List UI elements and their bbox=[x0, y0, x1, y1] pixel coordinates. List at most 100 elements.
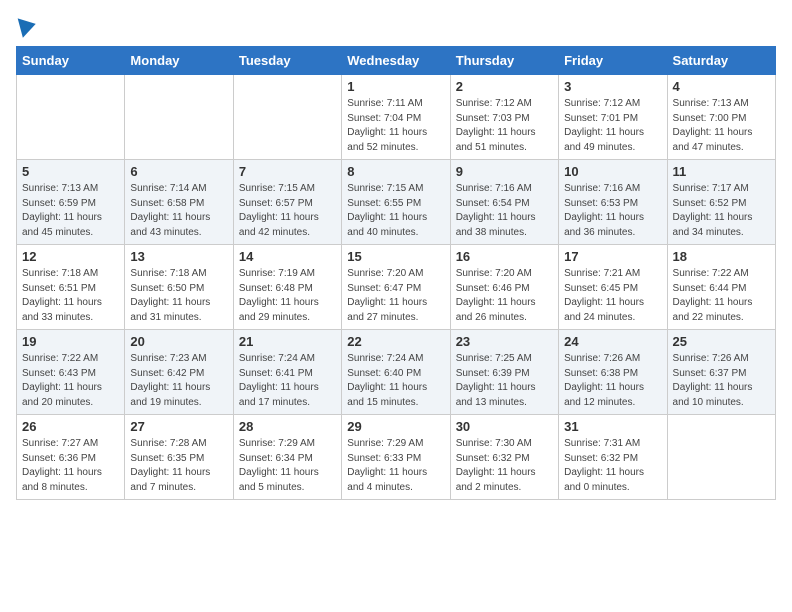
calendar-cell: 1 Sunrise: 7:11 AMSunset: 7:04 PMDaylight… bbox=[342, 75, 450, 160]
day-number: 6 bbox=[130, 164, 227, 179]
day-number: 21 bbox=[239, 334, 336, 349]
weekday-header-saturday: Saturday bbox=[667, 47, 775, 75]
day-number: 27 bbox=[130, 419, 227, 434]
calendar-cell: 21Sunrise: 7:24 AMSunset: 6:41 PMDayligh… bbox=[233, 330, 341, 415]
calendar-cell: 31 Sunrise: 7:31 AMSunset: 6:32 PMDayligh… bbox=[559, 415, 667, 500]
calendar-week-2: 12 Sunrise: 7:18 AMSunset: 6:51 PMDayligh… bbox=[17, 245, 776, 330]
calendar-cell: 25 Sunrise: 7:26 AMSunset: 6:37 PMDayligh… bbox=[667, 330, 775, 415]
day-info: Sunrise: 7:26 AMSunset: 6:38 PMDaylight:… bbox=[564, 352, 661, 410]
day-number: 4 bbox=[673, 79, 770, 94]
day-number: 29 bbox=[347, 419, 444, 434]
calendar-table: SundayMondayTuesdayWednesdayThursdayFrid… bbox=[16, 46, 776, 500]
logo-blue bbox=[16, 16, 36, 36]
day-number: 9 bbox=[456, 164, 553, 179]
day-number: 22 bbox=[347, 334, 444, 349]
day-number: 15 bbox=[347, 249, 444, 264]
day-number: 20 bbox=[130, 334, 227, 349]
weekday-header-tuesday: Tuesday bbox=[233, 47, 341, 75]
day-number: 2 bbox=[456, 79, 553, 94]
day-info: Sunrise: 7:16 AMSunset: 6:54 PMDaylight:… bbox=[456, 182, 553, 240]
calendar-cell: 13Sunrise: 7:18 AMSunset: 6:50 PMDayligh… bbox=[125, 245, 233, 330]
day-number: 31 bbox=[564, 419, 661, 434]
calendar-cell: 28 Sunrise: 7:29 AMSunset: 6:34 PMDayligh… bbox=[233, 415, 341, 500]
calendar-cell: 10 Sunrise: 7:16 AMSunset: 6:53 PMDayligh… bbox=[559, 160, 667, 245]
day-number: 8 bbox=[347, 164, 444, 179]
day-info: Sunrise: 7:23 AMSunset: 6:42 PMDaylight:… bbox=[130, 352, 227, 410]
day-number: 12 bbox=[22, 249, 119, 264]
day-number: 14 bbox=[239, 249, 336, 264]
calendar-cell bbox=[17, 75, 125, 160]
day-number: 19 bbox=[22, 334, 119, 349]
day-number: 28 bbox=[239, 419, 336, 434]
calendar-cell: 17Sunrise: 7:21 AMSunset: 6:45 PMDayligh… bbox=[559, 245, 667, 330]
day-info: Sunrise: 7:30 AMSunset: 6:32 PMDaylight:… bbox=[456, 437, 553, 495]
day-info: Sunrise: 7:27 AMSunset: 6:36 PMDaylight:… bbox=[22, 437, 119, 495]
day-number: 30 bbox=[456, 419, 553, 434]
calendar-cell: 23 Sunrise: 7:25 AMSunset: 6:39 PMDayligh… bbox=[450, 330, 558, 415]
weekday-header-sunday: Sunday bbox=[17, 47, 125, 75]
day-info: Sunrise: 7:22 AMSunset: 6:43 PMDaylight:… bbox=[22, 352, 119, 410]
calendar-cell: 18 Sunrise: 7:22 AMSunset: 6:44 PMDayligh… bbox=[667, 245, 775, 330]
day-number: 13 bbox=[130, 249, 227, 264]
day-info: Sunrise: 7:14 AMSunset: 6:58 PMDaylight:… bbox=[130, 182, 227, 240]
calendar-cell: 22Sunrise: 7:24 AMSunset: 6:40 PMDayligh… bbox=[342, 330, 450, 415]
page-header bbox=[16, 16, 776, 36]
day-number: 18 bbox=[673, 249, 770, 264]
day-info: Sunrise: 7:11 AMSunset: 7:04 PMDaylight:… bbox=[347, 97, 444, 155]
calendar-cell: 8 Sunrise: 7:15 AMSunset: 6:55 PMDaylight… bbox=[342, 160, 450, 245]
calendar-cell: 26Sunrise: 7:27 AMSunset: 6:36 PMDayligh… bbox=[17, 415, 125, 500]
day-info: Sunrise: 7:20 AMSunset: 6:47 PMDaylight:… bbox=[347, 267, 444, 325]
logo-arrow-icon bbox=[18, 14, 39, 37]
day-number: 11 bbox=[673, 164, 770, 179]
calendar-cell: 29Sunrise: 7:29 AMSunset: 6:33 PMDayligh… bbox=[342, 415, 450, 500]
day-info: Sunrise: 7:17 AMSunset: 6:52 PMDaylight:… bbox=[673, 182, 770, 240]
day-info: Sunrise: 7:15 AMSunset: 6:57 PMDaylight:… bbox=[239, 182, 336, 240]
day-info: Sunrise: 7:22 AMSunset: 6:44 PMDaylight:… bbox=[673, 267, 770, 325]
day-number: 7 bbox=[239, 164, 336, 179]
day-number: 24 bbox=[564, 334, 661, 349]
day-info: Sunrise: 7:12 AMSunset: 7:03 PMDaylight:… bbox=[456, 97, 553, 155]
day-info: Sunrise: 7:13 AMSunset: 7:00 PMDaylight:… bbox=[673, 97, 770, 155]
day-info: Sunrise: 7:20 AMSunset: 6:46 PMDaylight:… bbox=[456, 267, 553, 325]
calendar-cell: 5Sunrise: 7:13 AMSunset: 6:59 PMDaylight… bbox=[17, 160, 125, 245]
calendar-cell: 15 Sunrise: 7:20 AMSunset: 6:47 PMDayligh… bbox=[342, 245, 450, 330]
day-info: Sunrise: 7:18 AMSunset: 6:51 PMDaylight:… bbox=[22, 267, 119, 325]
day-number: 23 bbox=[456, 334, 553, 349]
calendar-cell: 14 Sunrise: 7:19 AMSunset: 6:48 PMDayligh… bbox=[233, 245, 341, 330]
day-number: 10 bbox=[564, 164, 661, 179]
weekday-header-wednesday: Wednesday bbox=[342, 47, 450, 75]
calendar-cell: 27Sunrise: 7:28 AMSunset: 6:35 PMDayligh… bbox=[125, 415, 233, 500]
calendar-cell bbox=[667, 415, 775, 500]
day-info: Sunrise: 7:15 AMSunset: 6:55 PMDaylight:… bbox=[347, 182, 444, 240]
day-info: Sunrise: 7:31 AMSunset: 6:32 PMDaylight:… bbox=[564, 437, 661, 495]
calendar-header: SundayMondayTuesdayWednesdayThursdayFrid… bbox=[17, 47, 776, 75]
day-info: Sunrise: 7:13 AMSunset: 6:59 PMDaylight:… bbox=[22, 182, 119, 240]
day-info: Sunrise: 7:16 AMSunset: 6:53 PMDaylight:… bbox=[564, 182, 661, 240]
calendar-cell: 11 Sunrise: 7:17 AMSunset: 6:52 PMDayligh… bbox=[667, 160, 775, 245]
day-number: 25 bbox=[673, 334, 770, 349]
calendar-week-0: 1 Sunrise: 7:11 AMSunset: 7:04 PMDaylight… bbox=[17, 75, 776, 160]
logo bbox=[16, 16, 36, 36]
calendar-cell: 12 Sunrise: 7:18 AMSunset: 6:51 PMDayligh… bbox=[17, 245, 125, 330]
day-info: Sunrise: 7:25 AMSunset: 6:39 PMDaylight:… bbox=[456, 352, 553, 410]
calendar-cell: 16 Sunrise: 7:20 AMSunset: 6:46 PMDayligh… bbox=[450, 245, 558, 330]
calendar-cell: 30 Sunrise: 7:30 AMSunset: 6:32 PMDayligh… bbox=[450, 415, 558, 500]
calendar-cell: 3Sunrise: 7:12 AMSunset: 7:01 PMDaylight… bbox=[559, 75, 667, 160]
calendar-cell: 20 Sunrise: 7:23 AMSunset: 6:42 PMDayligh… bbox=[125, 330, 233, 415]
day-number: 3 bbox=[564, 79, 661, 94]
calendar-cell bbox=[125, 75, 233, 160]
calendar-week-4: 26Sunrise: 7:27 AMSunset: 6:36 PMDayligh… bbox=[17, 415, 776, 500]
calendar-week-1: 5Sunrise: 7:13 AMSunset: 6:59 PMDaylight… bbox=[17, 160, 776, 245]
calendar-cell: 9 Sunrise: 7:16 AMSunset: 6:54 PMDaylight… bbox=[450, 160, 558, 245]
day-number: 16 bbox=[456, 249, 553, 264]
day-info: Sunrise: 7:29 AMSunset: 6:34 PMDaylight:… bbox=[239, 437, 336, 495]
calendar-cell bbox=[233, 75, 341, 160]
calendar-cell: 19 Sunrise: 7:22 AMSunset: 6:43 PMDayligh… bbox=[17, 330, 125, 415]
day-number: 1 bbox=[347, 79, 444, 94]
day-info: Sunrise: 7:21 AMSunset: 6:45 PMDaylight:… bbox=[564, 267, 661, 325]
calendar-cell: 2 Sunrise: 7:12 AMSunset: 7:03 PMDaylight… bbox=[450, 75, 558, 160]
day-info: Sunrise: 7:26 AMSunset: 6:37 PMDaylight:… bbox=[673, 352, 770, 410]
weekday-header-friday: Friday bbox=[559, 47, 667, 75]
calendar-cell: 6 Sunrise: 7:14 AMSunset: 6:58 PMDaylight… bbox=[125, 160, 233, 245]
day-info: Sunrise: 7:19 AMSunset: 6:48 PMDaylight:… bbox=[239, 267, 336, 325]
